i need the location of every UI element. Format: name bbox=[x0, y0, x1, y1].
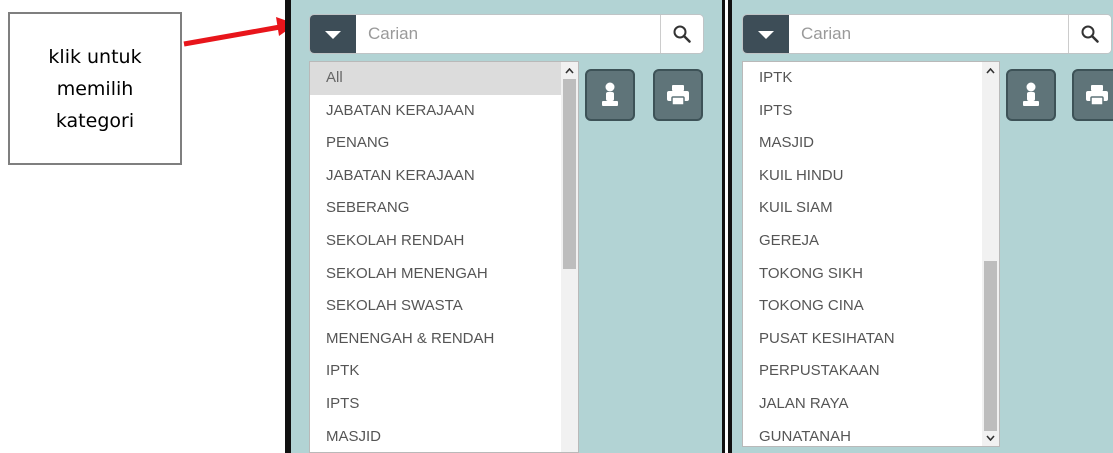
dropdown-option[interactable]: SEKOLAH RENDAH bbox=[310, 225, 561, 258]
dropdown-option[interactable]: MASJID bbox=[743, 127, 982, 160]
dropdown-option[interactable]: PUSAT KESIHATAN bbox=[743, 323, 982, 356]
search-bar bbox=[309, 14, 704, 54]
dropdown-option[interactable]: JABATAN KERAJAAN bbox=[310, 95, 561, 128]
red-arrow-icon bbox=[183, 17, 296, 47]
dropdown-option[interactable]: GUNATANAH bbox=[743, 421, 982, 446]
locate-person-button[interactable] bbox=[1006, 69, 1056, 121]
search-button[interactable] bbox=[660, 15, 703, 53]
dropdown-option[interactable]: PENANG bbox=[310, 127, 561, 160]
dropdown-option[interactable]: IPTK bbox=[310, 355, 561, 388]
dropdown-option[interactable]: SEBERANG bbox=[310, 192, 561, 225]
search-input[interactable] bbox=[789, 15, 1068, 53]
scrollbar-thumb[interactable] bbox=[563, 79, 576, 269]
dropdown-option[interactable]: JALAN RAYA bbox=[743, 388, 982, 421]
dropdown-option[interactable]: SEKOLAH MENENGAH bbox=[310, 258, 561, 291]
dropdown-option[interactable]: IPTS bbox=[743, 95, 982, 128]
dropdown-option[interactable]: TOKONG SIKH bbox=[743, 258, 982, 291]
map-panel-right: IPTKIPTSMASJIDKUIL HINDUKUIL SIAMGEREJAT… bbox=[728, 0, 1113, 453]
dropdown-option[interactable]: MENENGAH & RENDAH bbox=[310, 323, 561, 356]
category-dropdown-button[interactable] bbox=[310, 15, 356, 53]
dropdown-option[interactable]: JABATAN KERAJAAN bbox=[310, 160, 561, 193]
dropdown-option[interactable]: SEKOLAH SWASTA bbox=[310, 290, 561, 323]
dropdown-option[interactable]: IPTS bbox=[310, 388, 561, 421]
print-button[interactable] bbox=[653, 69, 703, 121]
category-dropdown-button[interactable] bbox=[743, 15, 789, 53]
caret-down-icon bbox=[325, 31, 341, 39]
scrollbar[interactable] bbox=[982, 62, 999, 446]
magnifier-icon bbox=[673, 25, 691, 43]
dropdown-option[interactable]: All bbox=[310, 62, 561, 95]
print-button[interactable] bbox=[1072, 69, 1113, 121]
map-panel-left: AllJABATAN KERAJAANPENANGJABATAN KERAJAA… bbox=[285, 0, 725, 453]
dropdown-option[interactable]: KUIL HINDU bbox=[743, 160, 982, 193]
dropdown-option[interactable]: MASJID bbox=[310, 421, 561, 452]
caret-down-icon bbox=[758, 31, 774, 39]
category-dropdown-list[interactable]: All JABATAN KERAJAAN PENANG JABATAN KERAJAA… bbox=[309, 61, 579, 453]
person-icon bbox=[602, 82, 618, 106]
dropdown-option[interactable]: IPTK bbox=[743, 62, 982, 95]
search-button[interactable] bbox=[1068, 15, 1111, 53]
scroll-up-arrow-icon[interactable] bbox=[561, 62, 578, 79]
person-icon bbox=[1023, 82, 1039, 106]
scroll-down-arrow-icon[interactable] bbox=[982, 429, 999, 446]
dropdown-option[interactable]: KUIL SIAM bbox=[743, 192, 982, 225]
search-bar bbox=[742, 14, 1112, 54]
printer-icon bbox=[667, 85, 689, 106]
scrollbar-thumb[interactable] bbox=[984, 261, 997, 431]
magnifier-icon bbox=[1081, 25, 1099, 43]
locate-person-button[interactable] bbox=[585, 69, 635, 121]
dropdown-option[interactable]: TOKONG CINA bbox=[743, 290, 982, 323]
scroll-up-arrow-icon[interactable] bbox=[982, 62, 999, 79]
scrollbar[interactable] bbox=[561, 62, 578, 452]
category-dropdown-list[interactable]: IPTK IPTS MASJID KUIL HINDU KUIL SIAM GEREJA T… bbox=[742, 61, 1000, 447]
dropdown-option[interactable]: GEREJA bbox=[743, 225, 982, 258]
dropdown-option[interactable]: PERPUSTAKAAN bbox=[743, 355, 982, 388]
search-input[interactable] bbox=[356, 15, 660, 53]
printer-icon bbox=[1086, 85, 1108, 106]
